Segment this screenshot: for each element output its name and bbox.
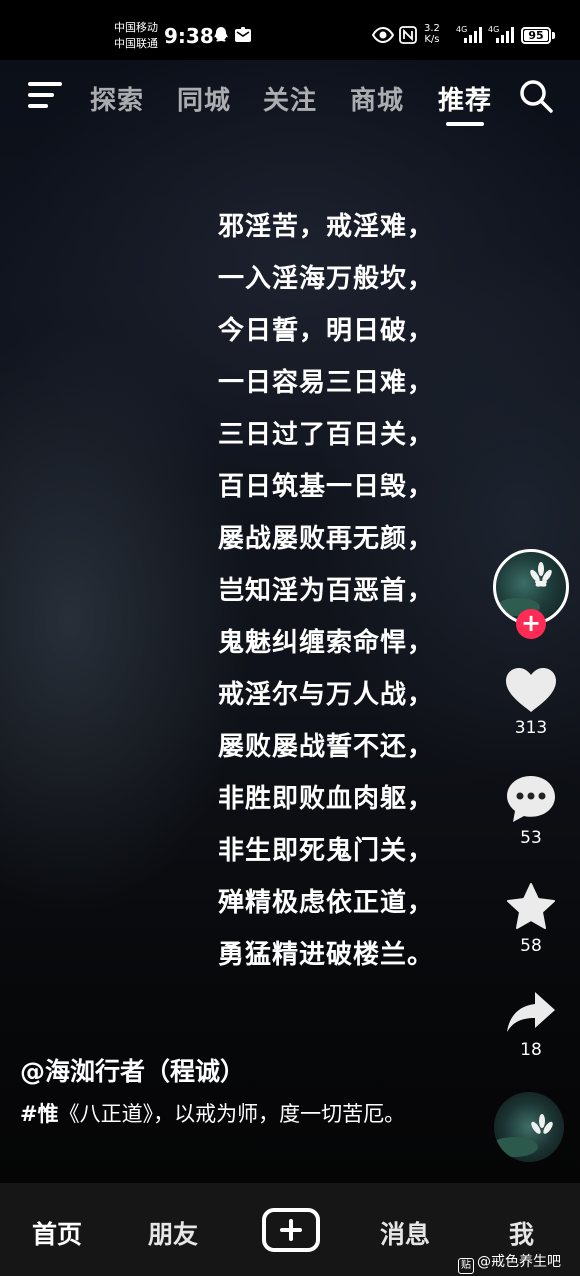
signal-icon-2 [496, 27, 516, 43]
poem-line: 百日筑基一日毁， [218, 472, 435, 502]
video-background[interactable]: 中国移动 中国联通 9:38 3.2 K/s 4G 4G 95 探索 同城 关注… [0, 0, 580, 1276]
nfc-icon [399, 26, 417, 48]
like-count: 313 [514, 718, 548, 738]
search-icon[interactable] [518, 78, 554, 114]
nav-messages[interactable]: 消息 [380, 1215, 430, 1251]
nav-home[interactable]: 首页 [32, 1215, 82, 1251]
poem-line: 一入淫海万般坎， [218, 264, 435, 294]
battery-icon: 95 [521, 27, 551, 44]
tab-explore[interactable]: 探索 [90, 80, 144, 117]
share-button[interactable]: 18 [490, 990, 572, 1060]
poem-line: 今日誓，明日破， [218, 316, 435, 346]
net-speed-value: 3.2 [424, 23, 440, 34]
poem-line: 一日容易三日难， [218, 368, 435, 398]
watermark: 贴 @戒色养生吧 [458, 1251, 561, 1274]
tieba-logo-icon: 贴 [458, 1258, 474, 1274]
carrier-2: 中国联通 [114, 37, 158, 50]
heart-icon [506, 668, 556, 712]
battery-level: 95 [528, 29, 544, 42]
comment-count: 53 [520, 828, 542, 848]
hashtag[interactable]: #惟 [20, 1102, 59, 1126]
qq-icon [212, 26, 230, 48]
tab-local[interactable]: 同城 [177, 80, 231, 117]
follow-button[interactable]: + [516, 609, 546, 639]
author-name[interactable]: @海洳行者（程诚） [20, 1052, 245, 1088]
like-button[interactable]: 313 [490, 666, 572, 738]
signal-icon-1 [464, 27, 484, 43]
net-speed-unit: K/s [424, 34, 440, 45]
tab-recommend[interactable]: 推荐 [438, 80, 492, 117]
description-text: 《八正道》，以戒为师，度一切苦厄。 [58, 1102, 406, 1126]
menu-icon[interactable] [28, 80, 62, 110]
watermark-text: @戒色养生吧 [477, 1254, 561, 1270]
video-description: #惟《八正道》，以戒为师，度一切苦厄。 [20, 1098, 450, 1131]
top-nav: 探索 同城 关注 商城 推荐 [0, 70, 580, 126]
favorite-count: 58 [520, 936, 542, 956]
eye-icon [371, 26, 395, 48]
comment-icon [507, 776, 555, 822]
nav-friends[interactable]: 朋友 [148, 1215, 198, 1251]
battery-tip [552, 32, 555, 39]
star-icon [507, 883, 555, 929]
poem-line: 三日过了百日关， [218, 420, 435, 450]
mail-icon [234, 26, 252, 48]
poem-line: 岂知淫为百恶首， [218, 576, 435, 606]
poem-line: 勇猛精进破楼兰。 [218, 940, 435, 970]
share-count: 18 [520, 1040, 542, 1060]
music-disc[interactable] [494, 1092, 564, 1162]
share-icon [507, 992, 555, 1032]
carrier-labels: 中国移动 中国联通 [114, 20, 158, 52]
poem-line: 殚精极虑依正道， [218, 888, 435, 918]
poem-line: 屡战屡败再无颜， [218, 524, 435, 554]
poem-line: 鬼魅纠缠索命悍， [218, 628, 435, 658]
poem-line: 屡败屡战誓不还， [218, 732, 435, 762]
poem-line: 邪淫苦，戒淫难， [218, 212, 435, 242]
poem-line: 非胜即败血肉躯， [218, 784, 435, 814]
status-time: 9:38 [164, 24, 214, 48]
tab-following[interactable]: 关注 [263, 80, 317, 117]
active-tab-indicator [446, 122, 484, 126]
favorite-button[interactable]: 58 [490, 882, 572, 956]
create-button[interactable] [262, 1208, 320, 1252]
poem-line: 戒淫尔与万人战， [218, 680, 435, 710]
poem-text: 邪淫苦，戒淫难， 一入淫海万般坎， 今日誓，明日破， 一日容易三日难， 三日过了… [218, 205, 468, 985]
tab-mall[interactable]: 商城 [350, 80, 404, 117]
status-bar: 中国移动 中国联通 9:38 3.2 K/s 4G 4G 95 [0, 0, 580, 60]
poem-line: 非生即死鬼门关， [218, 836, 435, 866]
nav-me[interactable]: 我 [509, 1215, 534, 1251]
comment-button[interactable]: 53 [490, 774, 572, 848]
net-speed: 3.2 K/s [424, 23, 440, 45]
carrier-1: 中国移动 [114, 21, 158, 34]
